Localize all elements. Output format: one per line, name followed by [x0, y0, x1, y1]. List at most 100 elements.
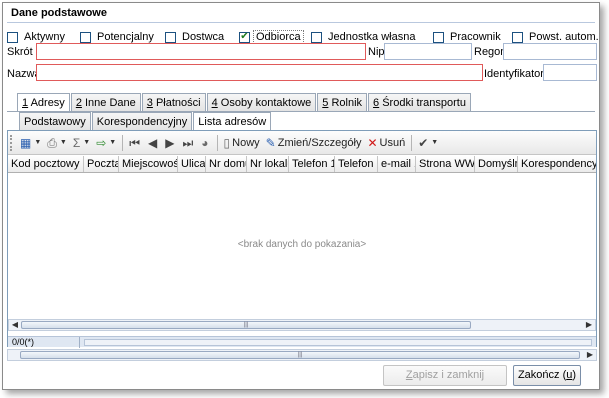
checkbox-label: Dostwca [182, 31, 225, 43]
identyfikator-input[interactable] [543, 64, 597, 81]
nip-input[interactable] [384, 43, 472, 60]
checkbox-box[interactable] [311, 31, 322, 43]
print-icon: ⎙ [47, 135, 57, 150]
checkbox-powst-autom[interactable]: Powst. autom. [512, 30, 602, 44]
subtab-2[interactable]: Korespondencyjny [91, 112, 193, 130]
print-menu-button[interactable]: ⎙ ▼ [44, 133, 70, 153]
checkbox-label: Aktywny [24, 31, 65, 43]
prev-record-button[interactable]: ◀ [145, 133, 162, 153]
grid-horizontal-scrollbar[interactable]: ◀ ||| ▶ [8, 319, 596, 331]
nazwa-input[interactable] [36, 64, 483, 81]
checkbox-label: Pracownik [450, 31, 501, 43]
scroll-left-icon[interactable]: ◀ [9, 320, 21, 330]
scroll-left-icon[interactable] [8, 350, 20, 360]
save-close-button[interactable]: Zapisz i zamknij [383, 365, 507, 386]
new-button[interactable]: ▯ Nowy [221, 133, 263, 153]
scroll-right-icon[interactable]: ▶ [584, 350, 596, 360]
column-header[interactable]: Strona WWW [416, 156, 475, 172]
nip-label: Nip [368, 46, 385, 58]
checkbox-box[interactable] [433, 31, 444, 43]
checkbox-jednostka-wlasna[interactable]: Jednostka własna [311, 30, 418, 44]
outer-horizontal-scrollbar[interactable]: ||| ▶ [7, 349, 597, 361]
layout-menu-button[interactable]: ▦ ▼ [17, 133, 44, 153]
section-title: Dane podstawowe [11, 7, 107, 19]
checkbox-potencjalny[interactable]: Potencjalny [80, 30, 157, 44]
column-header[interactable]: Nr domu [206, 156, 247, 172]
finish-end: ) [572, 369, 577, 381]
toolbar-grip[interactable] [10, 134, 13, 151]
sum-menu-button[interactable]: Σ ▼ [70, 133, 93, 153]
delete-icon: ✕ [367, 135, 378, 150]
tab-4[interactable]: 4 Osoby kontaktowe [206, 93, 317, 111]
sum-icon: Σ [72, 135, 81, 150]
column-header[interactable]: Domyślny [475, 156, 518, 172]
tab-2[interactable]: 2 Inne Dane [70, 93, 141, 111]
skrot-label: Skrót [7, 46, 33, 58]
checkbox-aktywny[interactable]: Aktywny [7, 30, 68, 44]
checkbox-box[interactable] [512, 31, 523, 43]
tab-3[interactable]: 3 Płatności [141, 93, 206, 111]
tab-5[interactable]: 5 Rolnik [317, 93, 368, 111]
column-header[interactable]: Korespondency [518, 156, 596, 172]
checkbox-dostawca[interactable]: Dostwca [165, 30, 227, 44]
column-header[interactable]: Miejscowość [119, 156, 178, 172]
column-header[interactable]: Telefon 2 [335, 156, 378, 172]
tab-label: Inne Dane [81, 96, 136, 109]
edit-label: Zmień/Szczegóły [277, 136, 362, 149]
checkbox-box[interactable] [7, 31, 18, 43]
prev-icon: ◀ [148, 135, 158, 150]
scroll-thumb[interactable]: ||| [21, 321, 471, 329]
subtab-3[interactable]: Lista adresów [193, 112, 272, 131]
finish-button[interactable]: Zakończ (u) [513, 365, 581, 386]
address-list-panel: ▦ ▼ ⎙ ▼ Σ ▼ ⇨ ▼ ⏮ ◀ ▶ ⏭ ◕ ▯ Nowy ✎ Zmień/Szcze… [7, 130, 597, 348]
tab-label: Środki transportu [379, 96, 466, 109]
edit-button[interactable]: ✎ Zmień/Szczegóły [263, 133, 365, 153]
checkbox-box[interactable] [80, 31, 91, 43]
column-header[interactable]: Kod pocztowy [8, 156, 84, 172]
chevron-down-icon: ▼ [34, 139, 42, 146]
export-menu-button[interactable]: ⇨ ▼ [93, 133, 119, 153]
last-record-button[interactable]: ⏭ [179, 133, 198, 153]
column-header[interactable]: Telefon 1 [289, 156, 335, 172]
checkbox-odbiorca[interactable]: ✔ Odbiorca [239, 30, 304, 44]
column-header[interactable]: Nr lokalu [247, 156, 289, 172]
checkbox-box[interactable] [165, 31, 176, 43]
new-label: Nowy [232, 136, 260, 149]
next-icon: ▶ [165, 135, 175, 150]
tab-1[interactable]: 1 Adresy [17, 93, 70, 112]
column-header[interactable]: Poczta [84, 156, 119, 172]
regon-label: Regon [474, 46, 507, 58]
checkbox-label: Potencjalny [97, 31, 154, 43]
next-record-button[interactable]: ▶ [162, 133, 179, 153]
layout-icon: ▦ [20, 135, 32, 150]
column-header[interactable]: Ulica [178, 156, 206, 172]
delete-button[interactable]: ✕ Usuń [364, 133, 408, 153]
column-header[interactable]: e-mail 1 [378, 156, 416, 172]
tab-6[interactable]: 6 Środki transportu [368, 93, 471, 111]
regon-input[interactable] [503, 43, 597, 60]
chevron-down-icon: ▼ [109, 139, 117, 146]
checkmark-icon[interactable]: ✔ [239, 31, 250, 43]
grid-header: Kod pocztowyPocztaMiejscowośćUlicaNr dom… [8, 156, 596, 173]
new-document-icon: ▯ [223, 135, 231, 150]
toolbar-separator [122, 134, 124, 151]
checkbox-label: Odbiorca [253, 30, 304, 44]
status-bar: 0/0(*) [8, 336, 596, 348]
refresh-button[interactable]: ◕ [198, 133, 213, 153]
save-close-label: apisz i zamknij [412, 369, 485, 381]
status-filler [84, 338, 592, 346]
tab-label: Adresy [28, 97, 65, 109]
tab-label: Osoby kontaktowe [217, 96, 312, 109]
first-record-button[interactable]: ⏮ [126, 133, 145, 153]
skrot-input[interactable] [36, 43, 366, 60]
toolbar-separator [216, 134, 218, 151]
empty-message: <brak danych do pokazania> [237, 239, 367, 250]
scroll-thumb[interactable]: ||| [20, 351, 580, 359]
checkbox-label: Powst. autom. [529, 31, 599, 43]
scroll-right-icon[interactable]: ▶ [583, 320, 595, 330]
checkbox-label: Jednostka własna [328, 31, 416, 43]
checkbox-pracownik[interactable]: Pracownik [433, 30, 504, 44]
export-icon: ⇨ [96, 135, 107, 150]
confirm-menu-button[interactable]: ✔ ▼ [415, 133, 441, 153]
subtab-1[interactable]: Podstawowy [19, 112, 91, 130]
